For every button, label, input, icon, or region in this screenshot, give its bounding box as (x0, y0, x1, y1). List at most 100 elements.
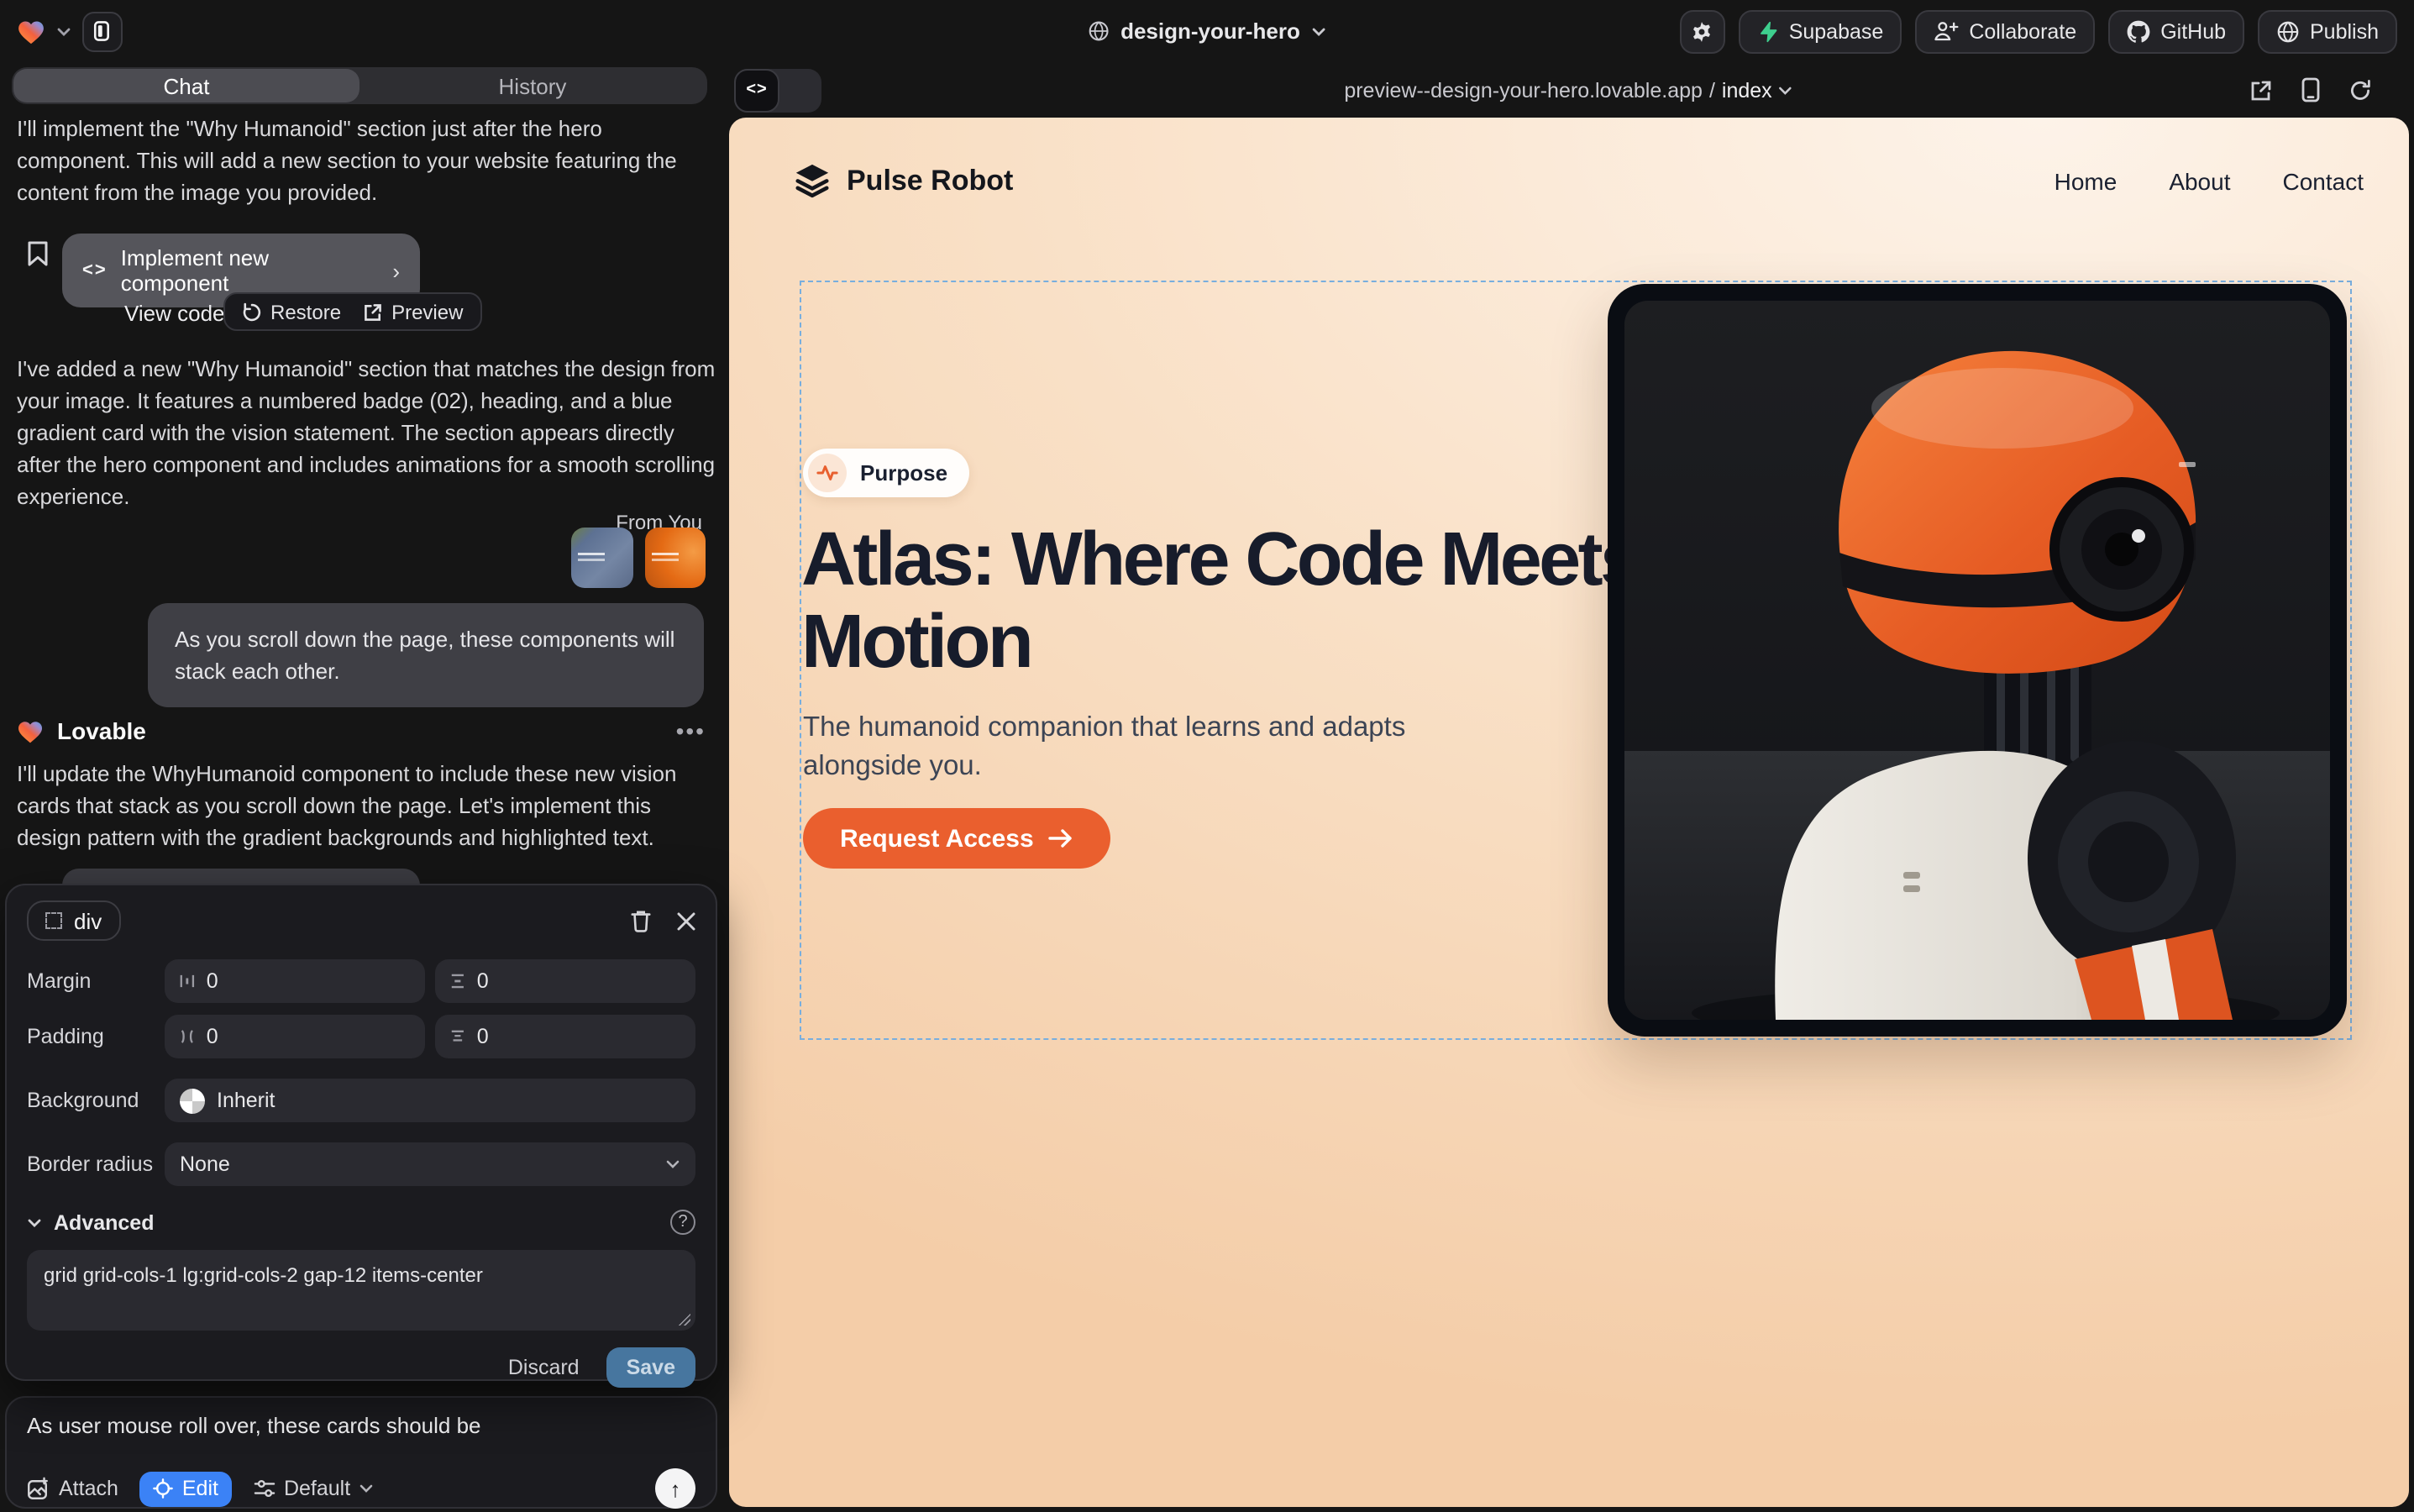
top-bar: design-your-hero Supabase Collaborate Gi… (0, 0, 2414, 62)
publish-globe-icon (2276, 19, 2300, 43)
send-button[interactable]: ↑ (655, 1468, 695, 1509)
attach-label: Attach (59, 1477, 118, 1500)
resize-handle[interactable] (677, 1312, 690, 1326)
settings-button[interactable] (1680, 9, 1725, 53)
discard-button[interactable]: Discard (508, 1356, 580, 1379)
lovable-heart-icon (17, 718, 44, 743)
edit-label: Edit (182, 1477, 218, 1500)
border-radius-value: None (180, 1152, 230, 1176)
transparency-swatch-icon (180, 1088, 205, 1113)
lovable-app-window: design-your-hero Supabase Collaborate Gi… (0, 0, 2414, 1512)
url-chevron-icon (1779, 85, 1792, 95)
code-view-icon[interactable]: <> (734, 68, 779, 112)
advanced-classes-box: grid grid-cols-1 lg:grid-cols-2 gap-12 i… (27, 1250, 695, 1331)
layers-icon (793, 161, 832, 200)
open-in-new-tab-button[interactable] (2249, 78, 2273, 102)
edit-mode-button[interactable]: Edit (140, 1471, 232, 1506)
nav-link-contact[interactable]: Contact (2283, 167, 2364, 194)
version-actions: Restore Preview (223, 292, 481, 331)
background-label: Background (27, 1089, 165, 1112)
save-button[interactable]: Save (606, 1347, 695, 1388)
bookmark-icon[interactable] (27, 240, 49, 267)
external-link-icon (363, 302, 383, 322)
background-field[interactable]: Inherit (165, 1079, 695, 1122)
mobile-view-button[interactable] (2301, 77, 2320, 102)
margin-x-input (207, 969, 410, 993)
assistant-name: Lovable (57, 717, 146, 744)
border-radius-label: Border radius (27, 1152, 165, 1176)
selected-element-tag: div (74, 908, 102, 933)
site-brand-name: Pulse Robot (847, 164, 1013, 197)
tab-chat[interactable]: Chat (13, 69, 359, 102)
chat-composer: As user mouse roll over, these cards sho… (5, 1396, 717, 1509)
padding-x-field[interactable] (165, 1015, 425, 1058)
attach-button[interactable]: Attach (27, 1477, 118, 1500)
workspace-chevron-icon[interactable] (57, 26, 71, 36)
help-icon[interactable]: ? (670, 1210, 695, 1235)
selected-element-chip[interactable]: div (27, 900, 120, 941)
nav-link-home[interactable]: Home (2055, 167, 2117, 194)
preview-url[interactable]: preview--design-your-hero.lovable.app / … (1344, 78, 1792, 102)
mode-chevron-icon (359, 1483, 372, 1494)
border-radius-select[interactable]: None (165, 1142, 695, 1186)
message-menu-icon[interactable]: ••• (676, 717, 706, 744)
restore-icon (242, 302, 262, 322)
classes-textarea[interactable]: grid grid-cols-1 lg:grid-cols-2 gap-12 i… (44, 1262, 679, 1319)
chevron-right-icon: › (392, 258, 400, 283)
restore-label: Restore (270, 300, 341, 323)
margin-y-field[interactable] (435, 959, 695, 1003)
padding-x-input (207, 1025, 410, 1048)
refresh-button[interactable] (2348, 78, 2372, 102)
hero-robot-card (1608, 284, 2347, 1037)
purpose-badge: Purpose (803, 449, 969, 497)
purpose-badge-label: Purpose (860, 460, 947, 486)
collaborate-button[interactable]: Collaborate (1915, 9, 2095, 53)
site-nav: Home About Contact (2055, 167, 2364, 194)
margin-x-icon (180, 973, 195, 990)
margin-x-field[interactable] (165, 959, 425, 1003)
element-inspector-panel: div Margin (5, 884, 717, 1381)
padding-y-field[interactable] (435, 1015, 695, 1058)
preview-label: Preview (391, 300, 463, 323)
code-preview-toggle[interactable]: <> (734, 68, 821, 112)
supabase-button[interactable]: Supabase (1739, 9, 1902, 53)
attachment-thumbnail-blue[interactable] (571, 528, 633, 588)
globe-icon (1087, 20, 1109, 42)
project-chevron-icon (1312, 26, 1327, 36)
assistant-message-1: I'll implement the "Why Humanoid" sectio… (17, 113, 716, 208)
publish-button[interactable]: Publish (2258, 9, 2397, 53)
assistant-header: Lovable ••• (17, 717, 706, 744)
advanced-chevron-icon (27, 1217, 42, 1227)
preview-button[interactable]: Preview (363, 300, 463, 323)
user-message-bubble: As you scroll down the page, these compo… (148, 603, 704, 707)
github-button[interactable]: GitHub (2108, 9, 2244, 53)
delete-element-button[interactable] (630, 909, 652, 932)
project-switcher[interactable]: design-your-hero (1087, 0, 1327, 62)
margin-y-input (477, 969, 680, 993)
target-icon (154, 1478, 174, 1499)
site-brand[interactable]: Pulse Robot (793, 161, 1013, 200)
margin-y-icon (450, 973, 465, 990)
restore-button[interactable]: Restore (242, 300, 341, 323)
close-inspector-button[interactable] (677, 911, 695, 930)
mode-select[interactable]: Default (254, 1477, 372, 1500)
supabase-icon (1757, 19, 1779, 43)
project-name: design-your-hero (1120, 18, 1300, 44)
nav-link-about[interactable]: About (2169, 167, 2230, 194)
hero-headline: Atlas: Where Code Meets Motion (801, 517, 1641, 682)
request-access-label: Request Access (840, 824, 1034, 853)
pulse-icon (808, 454, 847, 492)
preview-path: index (1722, 78, 1772, 102)
tab-history[interactable]: History (359, 69, 706, 102)
collaborate-label: Collaborate (1969, 19, 2076, 43)
margin-label: Margin (27, 969, 165, 993)
request-access-button[interactable]: Request Access (803, 808, 1111, 869)
toggle-sidebar-button[interactable] (82, 11, 123, 51)
element-outline-icon (45, 912, 62, 929)
chat-input[interactable]: As user mouse roll over, these cards sho… (27, 1413, 695, 1446)
hero-subheadline: The humanoid companion that learns and a… (803, 709, 1441, 786)
lovable-logo-icon[interactable] (17, 18, 45, 45)
advanced-section-label[interactable]: Advanced (54, 1210, 155, 1234)
arrow-right-icon (1049, 828, 1074, 848)
attachment-thumbnail-orange[interactable] (645, 528, 706, 588)
